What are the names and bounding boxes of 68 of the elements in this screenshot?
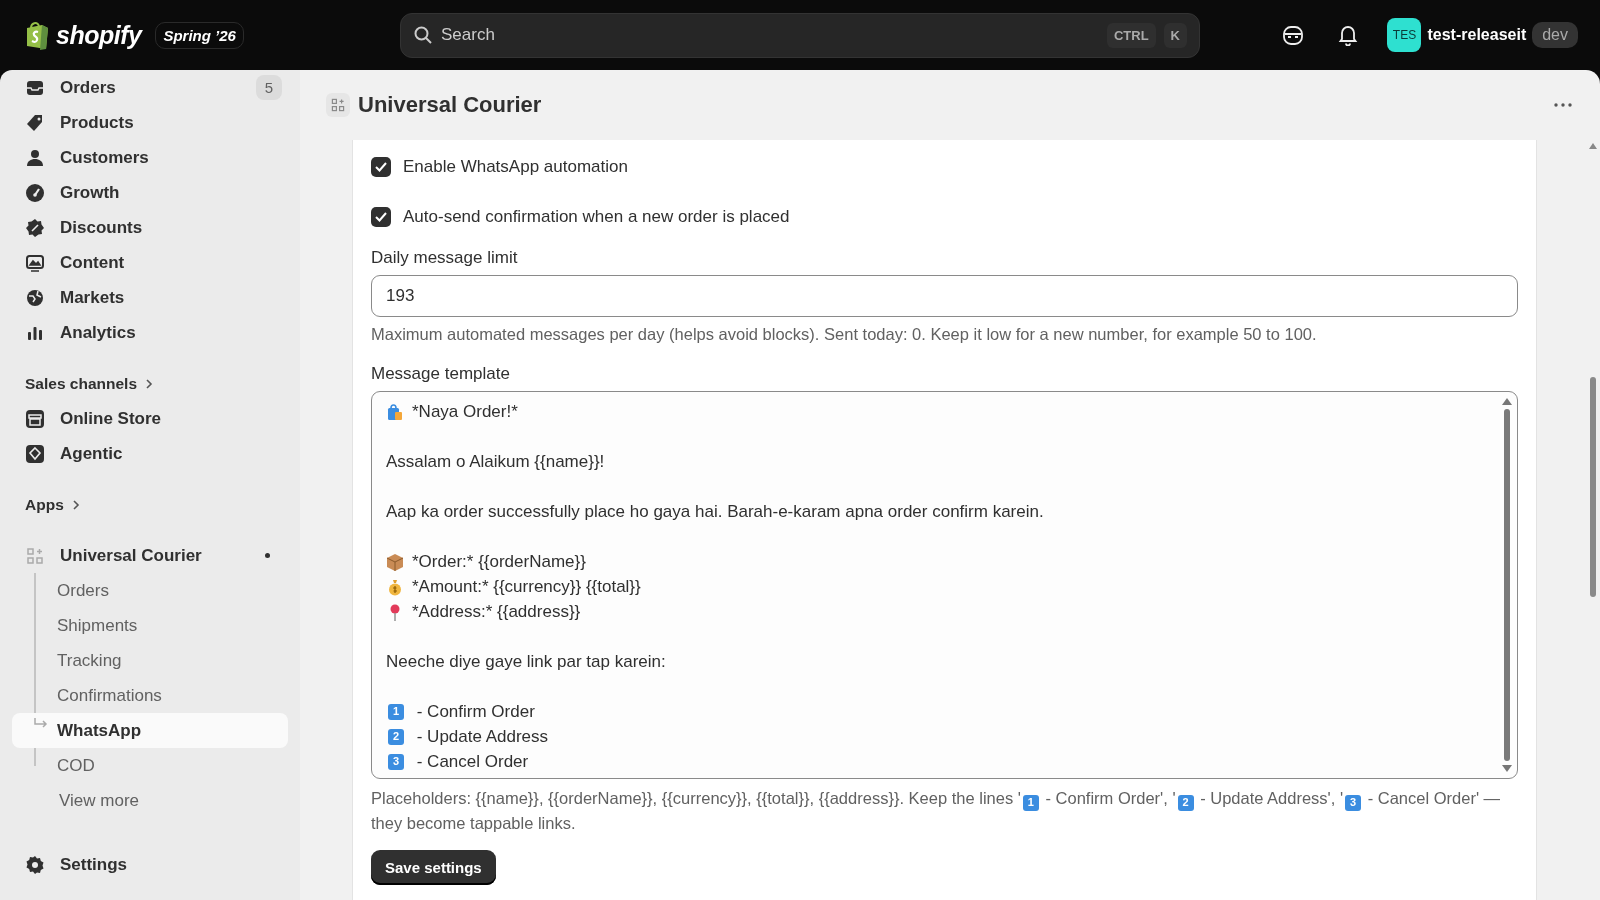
nav-subitem[interactable]: COD (12, 748, 288, 783)
nav-item[interactable]: Customers (12, 140, 288, 175)
help-text: Placeholders: {{name}}, {{orderName}}, {{currency}}, {{total}}, {{address}}. Keep the lines ' 1 - Confirm Order', ' 2 - Update Address', ' 3 - Cancel Order' — they become tappable links. (371, 788, 1502, 834)
storefront-icon (25, 408, 45, 429)
check-icon (375, 212, 387, 222)
nav-item[interactable]: Agentic (12, 436, 288, 471)
nav-item[interactable]: Analytics (12, 315, 288, 350)
tag-icon (25, 112, 45, 133)
image-icon (25, 252, 45, 273)
checkbox[interactable] (371, 207, 391, 227)
scrollbar[interactable] (1501, 398, 1513, 772)
search-icon (413, 25, 433, 45)
nav-item[interactable]: Products (12, 105, 288, 140)
nav-subitem[interactable]: WhatsApp (12, 713, 288, 748)
field-label: Daily message limit (371, 248, 519, 268)
nav-subitem[interactable]: Shipments (12, 608, 288, 643)
person-icon (25, 147, 45, 168)
help-text: Maximum automated messages per day (helps avoid blocks). Sent today: 0. Keep it low for a new number, for example 50 to 100. (371, 325, 1318, 344)
nav-subitem[interactable]: Tracking (12, 643, 288, 678)
shopping-bag-logo-icon (24, 20, 50, 50)
settings-icon (25, 854, 45, 875)
discount-icon (25, 217, 45, 238)
package-icon (386, 552, 404, 571)
section-heading[interactable]: Apps (12, 487, 288, 522)
checkbox[interactable] (371, 157, 391, 177)
chevron-right-icon (71, 499, 80, 510)
view-more-link[interactable]: View more (12, 783, 288, 818)
chevron-right-icon (145, 378, 153, 389)
scroll-up-icon[interactable] (1589, 143, 1597, 149)
input-field[interactable]: 193 (371, 275, 1518, 317)
nav-item[interactable]: Orders 5 (12, 70, 288, 105)
branch-arrow-icon (34, 718, 48, 730)
app-grid-icon (330, 97, 346, 113)
nav-subitem[interactable]: Confirmations (12, 678, 288, 713)
checkbox-label: Auto-send confirmation when a new order is placed (403, 207, 790, 227)
nav-item[interactable]: Online Store (12, 401, 288, 436)
edition-badge: Spring ’26 (155, 21, 244, 49)
section-heading[interactable]: Sales channels (12, 366, 288, 401)
nav-item[interactable]: Discounts (12, 210, 288, 245)
nav-item[interactable]: Markets (12, 280, 288, 315)
nav-item[interactable]: Universal Courier (12, 538, 288, 573)
checkbox-label: Enable WhatsApp automation (403, 157, 628, 177)
page-title: Universal Courier (358, 92, 543, 118)
app-grid-icon (25, 545, 45, 566)
nav-item[interactable]: Settings (12, 847, 288, 882)
nav-subitem[interactable]: Orders (12, 573, 288, 608)
brand-name: shopify (56, 20, 142, 50)
store-avatar[interactable]: TES (1387, 18, 1422, 52)
scroll-down-icon[interactable] (1502, 765, 1512, 772)
field-label: Message template (371, 364, 511, 384)
shortcut-key: CTRL (1106, 22, 1156, 48)
shopping-bag-icon (386, 402, 404, 421)
count-badge: 5 (255, 75, 282, 100)
store-badge: dev (1532, 22, 1578, 48)
nav-item[interactable]: Content (12, 245, 288, 280)
shortcut-key: K (1163, 22, 1187, 48)
check-icon (375, 162, 387, 172)
face-icon[interactable] (1282, 24, 1304, 46)
store-name[interactable]: test-releaseit (1427, 26, 1527, 44)
more-options-icon[interactable] (1554, 103, 1572, 107)
search-field[interactable]: Search CTRL K (400, 12, 1200, 58)
scroll-up-icon[interactable] (1502, 398, 1512, 405)
message-template-field[interactable]: *Naya Order!* Assalam o Alaikum {{name}}! Aap ka order successfully place ho gaya hai. Barah-e-karam apna order confirm karein. *Order:* {{orderName}} *Amount:* {{currency}} {{total}} *Address:* {{address}} Neeche diye gaye link par tap karein: 1 - Confirm Order 2 - Update Address 3 - Cancel Order (371, 391, 1518, 779)
gauge-icon (25, 182, 45, 203)
bell-icon[interactable] (1338, 24, 1358, 46)
save-button[interactable]: Save settings (371, 850, 496, 885)
nav-item[interactable]: Growth (12, 175, 288, 210)
money-bag-icon (386, 577, 404, 596)
